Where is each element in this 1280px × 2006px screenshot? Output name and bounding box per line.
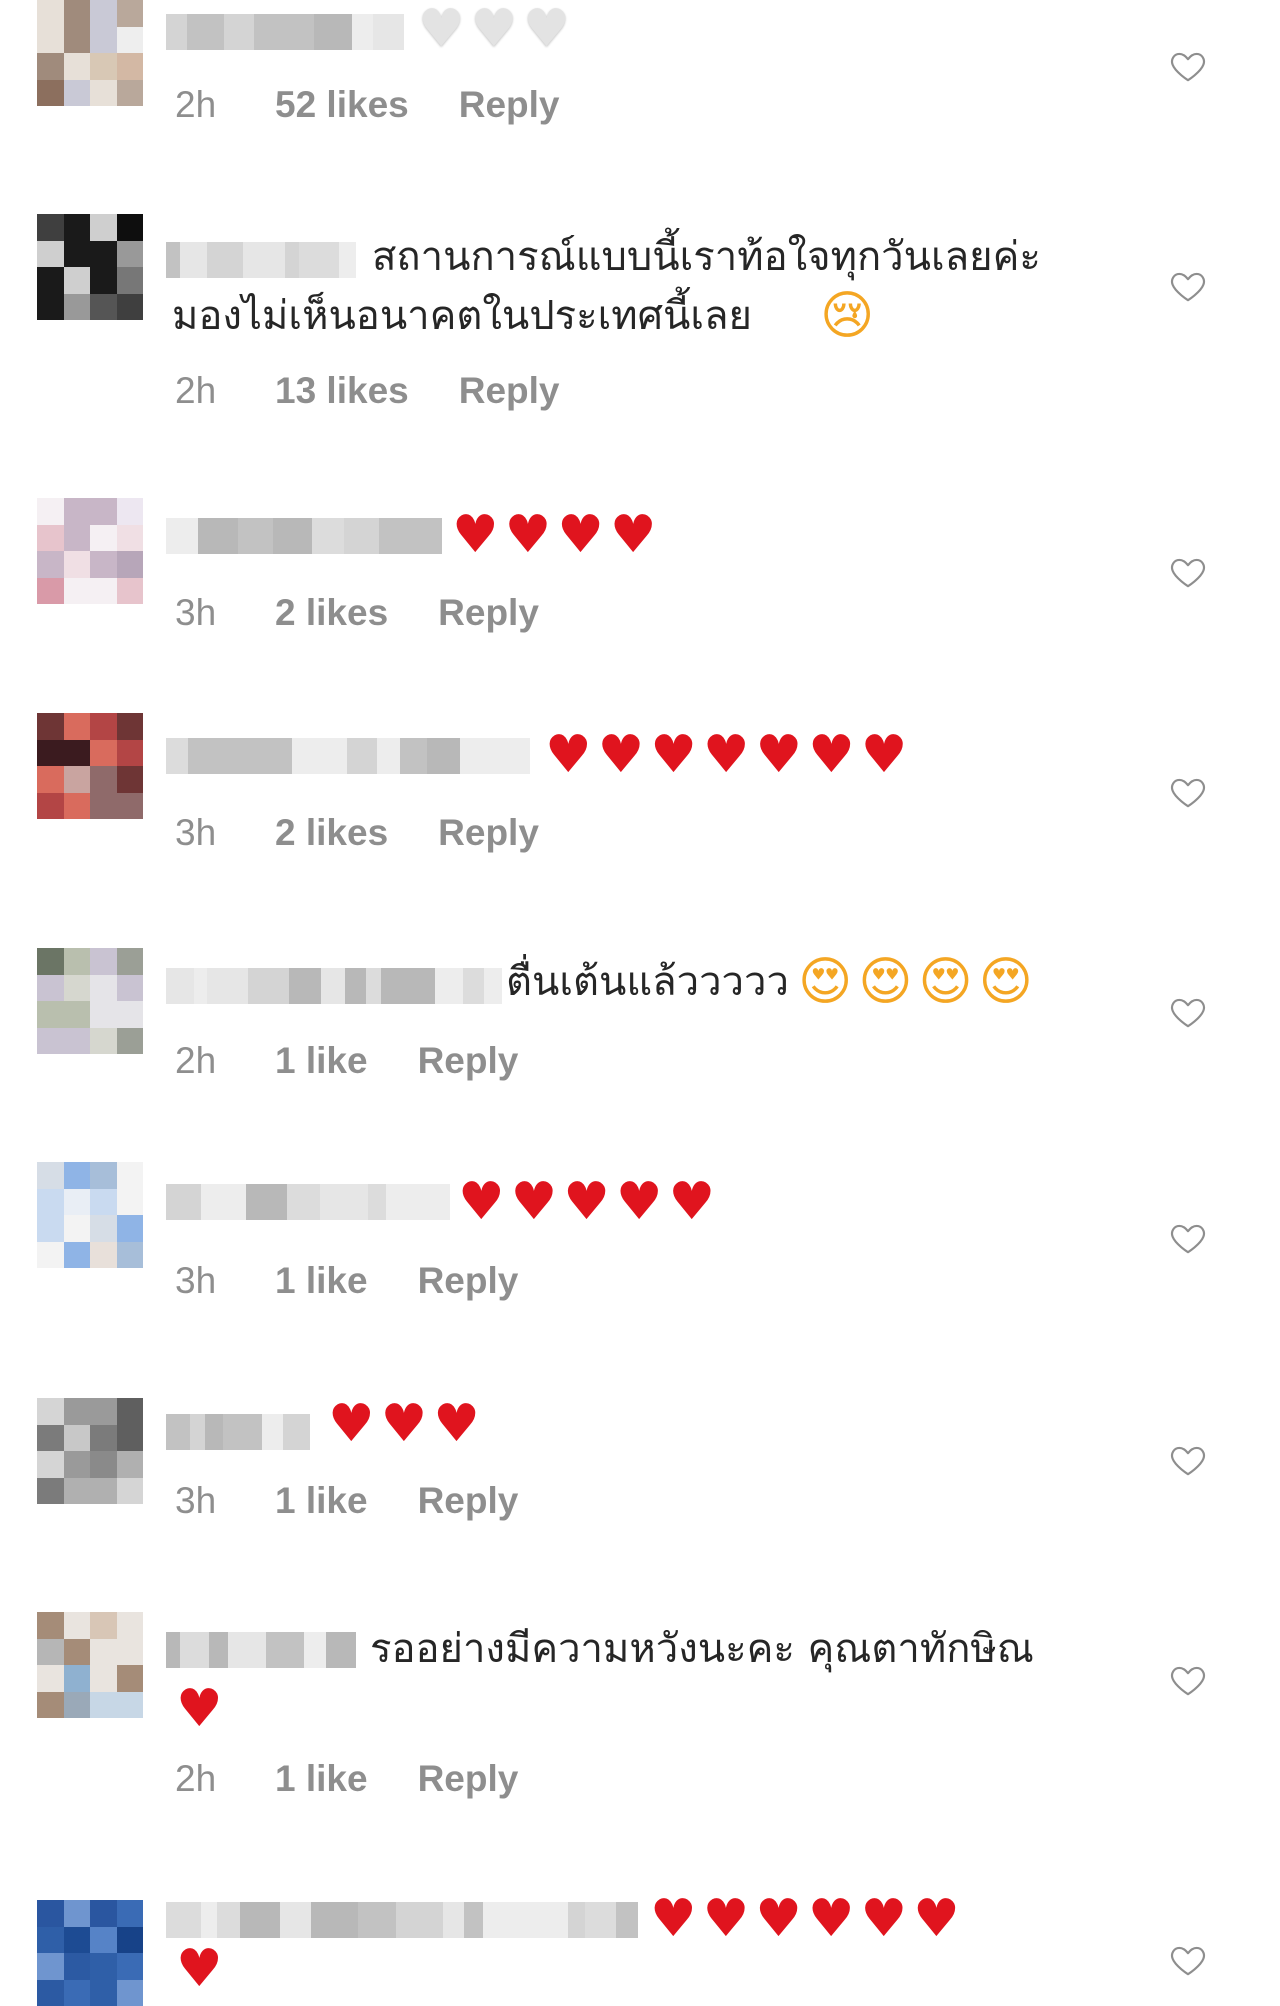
comment-meta: 2h 13 likes Reply: [175, 370, 560, 412]
reply-button[interactable]: Reply: [418, 1758, 519, 1800]
avatar[interactable]: [37, 1398, 143, 1504]
comment-text-line-2: มองไม่เห็นอนาคตในประเทศนี้เลย: [172, 293, 752, 339]
like-heart-icon[interactable]: [1168, 46, 1208, 86]
comment-emoji-wrapped: ♥: [176, 1939, 229, 1999]
comment-timestamp: 2h: [175, 84, 217, 125]
reply-button[interactable]: Reply: [418, 1040, 519, 1082]
like-heart-icon[interactable]: [1168, 1218, 1208, 1258]
comment-emoji: ♥♥♥♥♥: [458, 1172, 722, 1232]
username-pixelated[interactable]: [166, 1414, 310, 1450]
comment-meta: 3h 2 likes Reply: [175, 812, 539, 854]
comment-emoji: ♥♥♥♥: [452, 505, 663, 565]
comment-likes-link[interactable]: 1 like: [275, 1480, 368, 1522]
comment-text: ตื่นเต้นแล้ววววว: [506, 959, 789, 1005]
username-pixelated[interactable]: [166, 1184, 450, 1220]
avatar[interactable]: [37, 1900, 143, 2006]
comment-timestamp: 2h: [175, 1040, 217, 1081]
comment-list: ♥♥♥ 2h 52 likes Reply สถานการณ์แบบนี้เราท้อใ…: [0, 0, 1280, 2006]
like-heart-icon[interactable]: [1168, 266, 1208, 306]
comment-emoji: ♥♥♥♥♥♥♥: [545, 725, 914, 785]
username-pixelated[interactable]: [166, 968, 502, 1004]
comment-likes-link[interactable]: 2 likes: [275, 592, 388, 634]
username-pixelated[interactable]: [166, 518, 442, 554]
avatar[interactable]: [37, 498, 143, 604]
username-pixelated[interactable]: [166, 738, 530, 774]
comment-likes-link[interactable]: 13 likes: [275, 370, 409, 412]
reply-button[interactable]: Reply: [438, 592, 539, 634]
comment-timestamp: 2h: [175, 1758, 217, 1799]
comment-emoji: ♥♥♥♥♥♥: [650, 1889, 966, 1949]
comment-timestamp: 3h: [175, 592, 217, 633]
like-heart-icon[interactable]: [1168, 1660, 1208, 1700]
comment-emoji: ♥: [176, 1679, 229, 1739]
comment-emoji: 😍😍😍😍: [798, 952, 1039, 1012]
comment-timestamp: 3h: [175, 812, 217, 853]
like-heart-icon[interactable]: [1168, 772, 1208, 812]
reply-button[interactable]: Reply: [459, 84, 560, 126]
comment-meta: 3h 1 like Reply: [175, 1480, 518, 1522]
avatar[interactable]: [37, 1612, 143, 1718]
comment-meta: 2h 52 likes Reply: [175, 84, 560, 126]
comment-likes-link[interactable]: 2 likes: [275, 812, 388, 854]
comment-timestamp: 3h: [175, 1480, 217, 1521]
like-heart-icon[interactable]: [1168, 1940, 1208, 1980]
username-pixelated[interactable]: [166, 14, 404, 50]
comment-likes-link[interactable]: 1 like: [275, 1040, 368, 1082]
comment-text: สถานการณ์แบบนี้เราท้อใจทุกวันเลยค่ะ: [372, 234, 1041, 280]
reply-button[interactable]: Reply: [438, 812, 539, 854]
comment-text: รออย่างมีความหวังนะคะ คุณตาทักษิณ: [370, 1626, 1034, 1672]
reply-button[interactable]: Reply: [459, 370, 560, 412]
avatar[interactable]: [37, 0, 143, 106]
comment-emoji: ♥♥♥: [328, 1394, 486, 1454]
like-heart-icon[interactable]: [1168, 992, 1208, 1032]
avatar[interactable]: [37, 713, 143, 819]
comment-likes-link[interactable]: 1 like: [275, 1260, 368, 1302]
comment-likes-link[interactable]: 1 like: [275, 1758, 368, 1800]
comment-timestamp: 2h: [175, 370, 217, 411]
avatar[interactable]: [37, 214, 143, 320]
username-pixelated[interactable]: [166, 1632, 356, 1668]
comment-meta: 2h 1 like Reply: [175, 1758, 518, 1800]
like-heart-icon[interactable]: [1168, 1440, 1208, 1480]
comment-meta: 3h 2 likes Reply: [175, 592, 539, 634]
avatar[interactable]: [37, 1162, 143, 1268]
avatar[interactable]: [37, 948, 143, 1054]
username-pixelated[interactable]: [166, 242, 356, 278]
comment-meta: 3h 1 like Reply: [175, 1260, 518, 1302]
comment-timestamp: 3h: [175, 1260, 217, 1301]
reply-button[interactable]: Reply: [418, 1260, 519, 1302]
comment-emoji: 😢: [820, 286, 881, 346]
comment-likes-link[interactable]: 52 likes: [275, 84, 409, 126]
reply-button[interactable]: Reply: [418, 1480, 519, 1522]
comment-meta: 2h 1 like Reply: [175, 1040, 518, 1082]
username-pixelated[interactable]: [166, 1902, 638, 1938]
like-heart-icon[interactable]: [1168, 552, 1208, 592]
comment-emoji: ♥♥♥: [418, 0, 576, 59]
